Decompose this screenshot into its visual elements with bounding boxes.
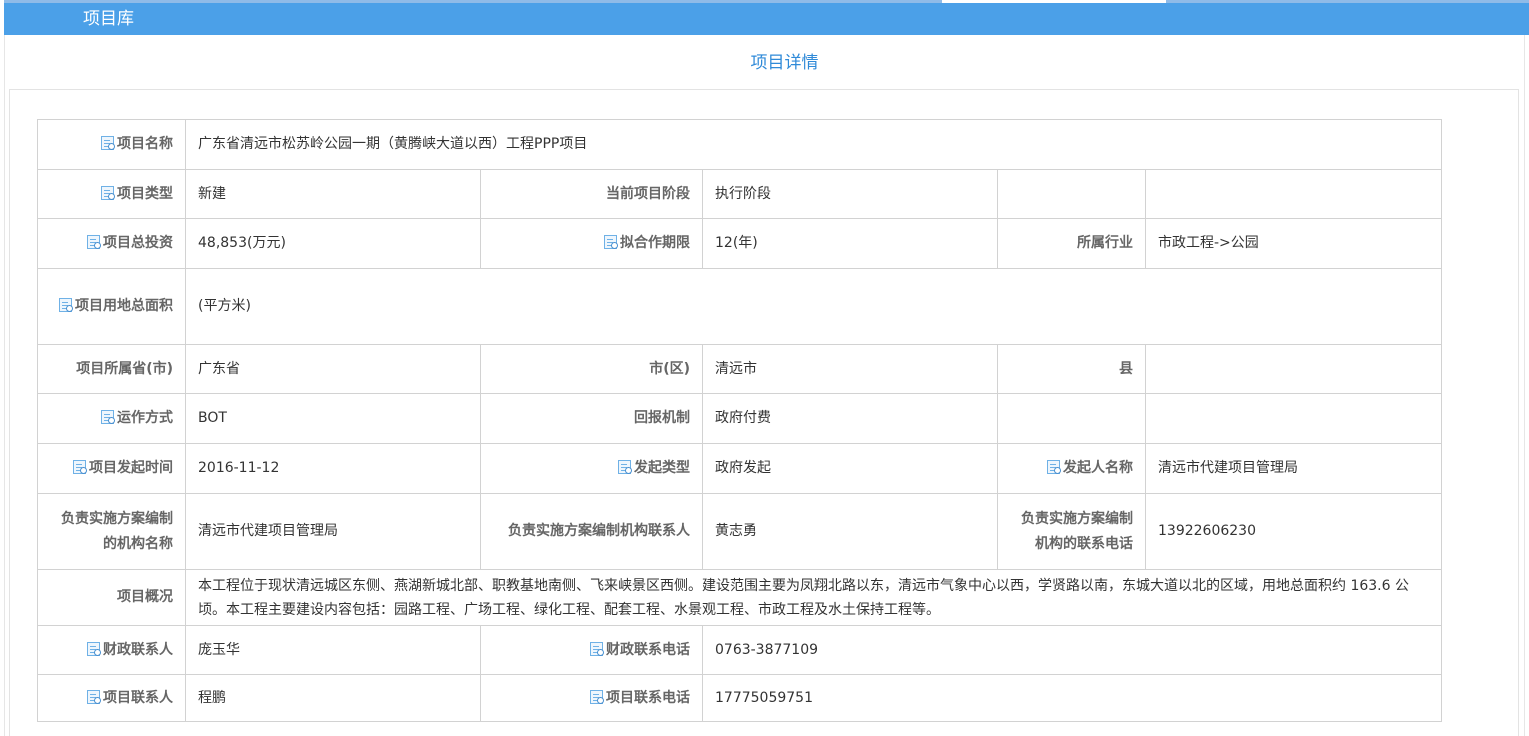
table-row: 项目类型 新建 当前项目阶段 执行阶段 [37,169,1443,219]
project-contact-value: 程鹏 [185,674,481,722]
plan-contact-label: 负责实施方案编制机构联系人 [480,493,703,570]
document-search-icon [59,298,73,312]
project-detail-table: 项目名称 广东省清远市松苏岭公园一期（黄腾峡大道以西）工程PPP项目 项目类型 … [37,119,1443,722]
table-row: 项目发起时间 2016-11-12 发起类型 政府发起 发起人名称 清远市代建项… [37,443,1443,494]
document-search-icon [101,185,115,200]
initiator-value: 清远市代建项目管理局 [1144,443,1443,494]
finance-phone-label-cell: 财政联系电话 [480,625,703,675]
launch-time-value: 2016-11-12 [185,443,481,494]
return-mechanism-label: 回报机制 [480,393,703,444]
launch-time-label-cell: 项目发起时间 [37,443,186,494]
finance-phone-value: 0763-3877109 [701,625,1443,675]
land-area-label-cell: 项目用地总面积 [37,268,186,345]
total-investment-value: 48,853(万元) [185,218,481,269]
initiator-label-cell: 发起人名称 [997,443,1146,494]
module-header: 项目库 [4,3,1529,35]
empty-value-cell [1144,393,1443,444]
plan-org-value: 清远市代建项目管理局 [185,493,481,570]
document-search-icon [87,689,101,704]
operation-mode-value: BOT [185,393,481,444]
project-contact-label-cell: 项目联系人 [37,674,186,722]
current-stage-value: 执行阶段 [702,169,998,219]
plan-contact-value: 黄志勇 [702,493,998,570]
table-row: 运作方式 BOT 回报机制 政府付费 [37,393,1443,444]
plan-phone-label: 负责实施方案编制机构的联系电话 [997,493,1146,570]
document-search-icon [604,235,618,249]
project-type-label-cell: 项目类型 [37,169,186,219]
document-search-icon [101,136,115,150]
project-type-value: 新建 [185,169,481,219]
document-search-icon [101,410,115,424]
launch-type-label-cell: 发起类型 [480,443,703,494]
launch-type-value: 政府发起 [702,443,998,494]
table-row: 项目名称 广东省清远市松苏岭公园一期（黄腾峡大道以西）工程PPP项目 [37,119,1443,170]
cooperation-period-label-cell: 拟合作期限 [480,218,703,269]
finance-contact-label-cell: 财政联系人 [37,625,186,675]
industry-value: 市政工程->公园 [1144,218,1443,269]
province-label: 项目所属省(市) [37,344,186,394]
land-area-value: (平方米) [184,268,1443,345]
document-search-icon [618,460,632,474]
overview-label: 项目概况 [37,569,186,626]
table-row: 项目用地总面积 (平方米) [37,268,1443,345]
empty-value-cell [1144,169,1443,219]
industry-label: 所属行业 [997,218,1146,269]
table-row: 项目总投资 48,853(万元) 拟合作期限 12(年) 所属行业 市政工程->… [37,218,1443,269]
overview-value: 本工程位于现状清远城区东侧、燕湖新城北部、职教基地南侧、飞来峡景区西侧。建设范围… [184,569,1443,626]
table-row: 财政联系人 庞玉华 财政联系电话 0763-3877109 [37,625,1443,675]
table-row: 项目联系人 程鹏 项目联系电话 17775059751 [37,674,1443,722]
project-name-label-cell: 项目名称 [37,119,186,170]
table-row: 负责实施方案编制的机构名称 清远市代建项目管理局 负责实施方案编制机构联系人 黄… [37,493,1443,570]
document-search-icon [87,235,101,249]
project-name-value: 广东省清远市松苏岭公园一期（黄腾峡大道以西）工程PPP项目 [184,119,1443,170]
table-row: 项目所属省(市) 广东省 市(区) 清远市 县 [37,344,1443,394]
plan-org-label: 负责实施方案编制的机构名称 [37,493,186,570]
province-value: 广东省 [185,344,481,394]
page-heading: 项目详情 [750,53,819,73]
project-phone-value: 17775059751 [701,674,1443,722]
county-value [1144,344,1443,394]
total-investment-label-cell: 项目总投资 [37,218,186,269]
empty-label-cell [997,393,1146,444]
finance-contact-value: 庞玉华 [185,625,481,675]
city-label: 市(区) [480,344,703,394]
document-search-icon [87,641,101,656]
county-label: 县 [997,344,1146,394]
document-search-icon [590,689,604,704]
module-title: 项目库 [83,9,134,29]
document-search-icon [73,460,87,474]
table-row: 项目概况 本工程位于现状清远城区东侧、燕湖新城北部、职教基地南侧、飞来峡景区西侧… [37,569,1443,626]
city-value: 清远市 [702,344,998,394]
document-search-icon [590,641,604,656]
project-phone-label-cell: 项目联系电话 [480,674,703,722]
operation-mode-label-cell: 运作方式 [37,393,186,444]
document-search-icon [1047,460,1061,474]
empty-label-cell [997,169,1146,219]
return-mechanism-value: 政府付费 [702,393,998,444]
plan-phone-value: 13922606230 [1144,493,1443,570]
cooperation-period-value: 12(年) [702,218,998,269]
current-stage-label: 当前项目阶段 [480,169,703,219]
